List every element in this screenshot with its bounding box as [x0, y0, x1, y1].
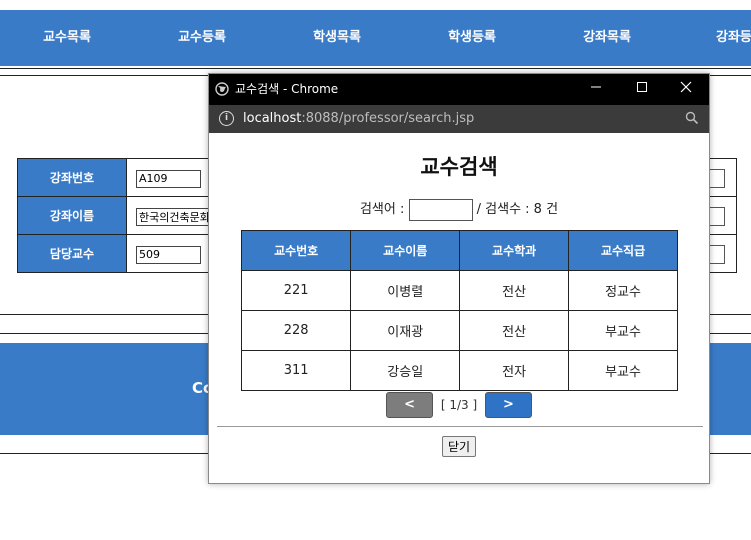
info-icon[interactable]: i [219, 111, 234, 126]
column-header: 교수학과 [459, 230, 570, 271]
address-bar[interactable]: i localhost:8088/professor/search.jsp [209, 105, 709, 133]
page-info: [ 1/3 ] [440, 398, 478, 412]
table-cell[interactable]: 부교수 [568, 310, 678, 351]
table-cell[interactable]: 221 [240, 270, 352, 311]
table-cell[interactable]: 전산 [459, 310, 570, 351]
prev-page-button[interactable]: < [386, 392, 434, 418]
table-cell[interactable]: 311 [240, 350, 352, 391]
professor-label: 담당교수 [17, 234, 127, 273]
table-cell[interactable]: 정교수 [568, 270, 678, 311]
window-titlebar: 교수검색 - Chrome [209, 74, 709, 105]
close-button[interactable]: 닫기 [441, 436, 477, 457]
next-page-button[interactable]: > [484, 392, 532, 418]
nav-professor-list[interactable]: 교수목록 [7, 10, 127, 66]
window-title: 교수검색 - Chrome [235, 82, 339, 96]
hidden-input-edge [709, 245, 725, 264]
professor-search-popup: 교수검색 - Chrome i localhost:8088/professor… [208, 73, 710, 484]
search-row: 검색어 : / 검색수 : 8 건 [209, 198, 709, 221]
table-cell[interactable]: 강승일 [350, 350, 461, 391]
course-name-input[interactable] [136, 207, 218, 226]
table-cell[interactable]: 전자 [459, 350, 570, 391]
table-cell[interactable]: 전산 [459, 270, 570, 311]
table-cell[interactable]: 부교수 [568, 350, 678, 391]
hidden-input-edge [709, 169, 725, 188]
nav-course-register[interactable]: 강좌등록 [682, 10, 751, 66]
pagination: < [ 1/3 ] > [209, 392, 709, 418]
column-header: 교수번호 [240, 230, 352, 271]
maximize-icon[interactable] [619, 74, 665, 105]
nav-professor-register[interactable]: 교수등록 [142, 10, 262, 66]
divider [217, 426, 703, 427]
minimize-icon[interactable] [573, 74, 619, 105]
search-count: / 검색수 : 8 건 [476, 202, 559, 217]
url-text: localhost:8088/professor/search.jsp [243, 111, 475, 126]
globe-icon [215, 82, 229, 96]
column-header: 교수이름 [350, 230, 461, 271]
course-number-input[interactable] [136, 169, 201, 188]
page-title: 교수검색 [420, 155, 498, 179]
nav-course-list[interactable]: 강좌목록 [547, 10, 667, 66]
divider [0, 68, 751, 69]
nav-student-list[interactable]: 학생목록 [277, 10, 397, 66]
table-header-row: 교수번호 교수이름 교수학과 교수직급 [240, 230, 678, 271]
professor-table: 교수번호 교수이름 교수학과 교수직급 221 이병렬 전산 정교수 228 이… [240, 230, 678, 391]
close-icon[interactable] [663, 74, 709, 105]
table-row[interactable]: 221 이병렬 전산 정교수 [240, 270, 678, 311]
table-cell[interactable]: 이재광 [350, 310, 461, 351]
search-input[interactable] [408, 198, 473, 221]
nav-student-register[interactable]: 학생등록 [412, 10, 532, 66]
zoom-icon[interactable] [685, 111, 699, 125]
table-cell[interactable]: 이병렬 [350, 270, 461, 311]
table-cell[interactable]: 228 [240, 310, 352, 351]
table-row[interactable]: 311 강승일 전자 부교수 [240, 350, 678, 391]
top-nav: 교수목록 교수등록 학생목록 학생등록 강좌목록 강좌등록 [0, 10, 751, 66]
table-row[interactable]: 228 이재광 전산 부교수 [240, 310, 678, 351]
column-header: 교수직급 [568, 230, 678, 271]
hidden-input-edge [709, 207, 725, 226]
professor-input[interactable] [136, 245, 201, 264]
course-number-label: 강좌번호 [17, 158, 127, 197]
course-name-label: 강좌이름 [17, 196, 127, 235]
search-label: 검색어 : [359, 202, 405, 217]
